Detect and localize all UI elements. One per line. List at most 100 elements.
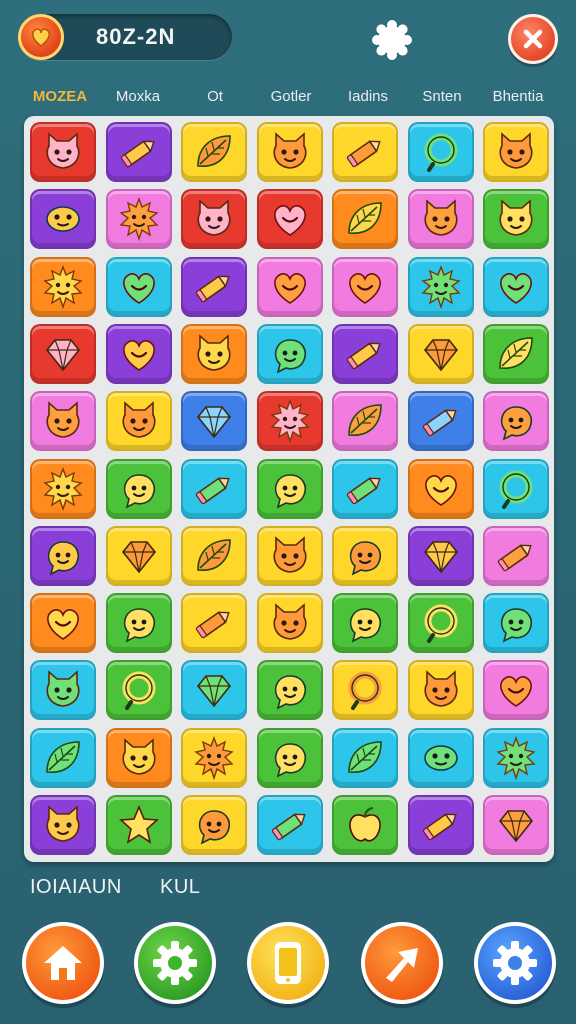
- game-tile[interactable]: [105, 795, 172, 855]
- game-tile[interactable]: [105, 727, 172, 788]
- game-tile[interactable]: [181, 525, 247, 586]
- game-tile[interactable]: [181, 391, 247, 452]
- game-tile[interactable]: [105, 391, 172, 452]
- gem-icon: [45, 339, 81, 372]
- game-tile[interactable]: [105, 593, 172, 654]
- game-tile[interactable]: [256, 727, 323, 788]
- game-tile[interactable]: [407, 593, 474, 654]
- game-tile[interactable]: [256, 122, 323, 182]
- game-tile[interactable]: [30, 795, 96, 855]
- game-tile[interactable]: [256, 458, 323, 519]
- game-tile[interactable]: [30, 525, 96, 586]
- game-tile[interactable]: [256, 525, 323, 586]
- game-tile[interactable]: [332, 122, 398, 182]
- game-tile[interactable]: [181, 727, 247, 788]
- game-tile[interactable]: [332, 795, 398, 855]
- game-tile[interactable]: [407, 795, 474, 855]
- game-tile[interactable]: [105, 323, 172, 384]
- game-tile[interactable]: [483, 458, 549, 519]
- game-tile[interactable]: [407, 727, 474, 788]
- options-button[interactable]: [474, 922, 556, 1004]
- leaf-icon: [46, 740, 80, 773]
- game-tile[interactable]: [332, 727, 398, 788]
- game-tile[interactable]: [407, 256, 474, 317]
- game-tile[interactable]: [30, 458, 96, 519]
- category-label[interactable]: Moxka: [100, 88, 176, 105]
- game-tile[interactable]: [483, 391, 549, 452]
- game-tile[interactable]: [332, 660, 398, 721]
- category-row: MOZEA Moxka Ot Gotler Iadins Snten Bhent…: [0, 88, 576, 114]
- game-tile[interactable]: [30, 727, 96, 788]
- home-button[interactable]: [22, 922, 104, 1004]
- game-tile[interactable]: [407, 189, 474, 250]
- game-tile[interactable]: [181, 458, 247, 519]
- game-tile[interactable]: [256, 660, 323, 721]
- game-tile[interactable]: [407, 122, 474, 182]
- cat-icon: [499, 132, 533, 169]
- game-tile[interactable]: [105, 122, 172, 182]
- gear-icon[interactable]: [370, 18, 414, 62]
- game-tile[interactable]: [407, 660, 474, 721]
- game-tile[interactable]: [105, 525, 172, 586]
- game-tile[interactable]: [483, 122, 549, 182]
- settings-button[interactable]: [134, 922, 216, 1004]
- fish-icon: [423, 744, 458, 771]
- game-tile[interactable]: [483, 727, 549, 788]
- game-tile[interactable]: [181, 323, 247, 384]
- game-tile[interactable]: [30, 391, 96, 452]
- game-tile[interactable]: [407, 525, 474, 586]
- share-button[interactable]: [361, 922, 443, 1004]
- pencil-icon: [346, 477, 381, 504]
- game-tile[interactable]: [332, 458, 398, 519]
- game-tile[interactable]: [407, 323, 474, 384]
- game-tile[interactable]: [256, 795, 323, 855]
- game-tile[interactable]: [181, 189, 247, 250]
- category-label[interactable]: Snten: [404, 88, 480, 105]
- category-label[interactable]: MOZEA: [22, 88, 98, 105]
- leaf-icon: [499, 337, 533, 369]
- game-tile[interactable]: [483, 795, 549, 855]
- game-tile[interactable]: [30, 122, 96, 182]
- game-tile[interactable]: [30, 256, 96, 317]
- game-tile[interactable]: [181, 256, 247, 317]
- game-tile[interactable]: [332, 323, 398, 384]
- device-button[interactable]: [247, 922, 329, 1004]
- game-tile[interactable]: [483, 660, 549, 721]
- category-label[interactable]: Ot: [177, 88, 253, 105]
- game-tile[interactable]: [30, 593, 96, 654]
- game-tile[interactable]: [483, 189, 549, 250]
- game-tile[interactable]: [483, 256, 549, 317]
- close-button[interactable]: [508, 14, 558, 64]
- game-tile[interactable]: [256, 391, 323, 452]
- game-tile[interactable]: [181, 660, 247, 721]
- game-tile[interactable]: [407, 391, 474, 452]
- category-label[interactable]: Iadins: [330, 88, 406, 105]
- game-tile[interactable]: [332, 256, 398, 317]
- game-tile[interactable]: [332, 525, 398, 586]
- category-label[interactable]: Gotler: [253, 88, 329, 105]
- game-tile[interactable]: [30, 660, 96, 721]
- game-tile[interactable]: [483, 525, 549, 586]
- game-tile[interactable]: [30, 189, 96, 250]
- game-tile[interactable]: [256, 323, 323, 384]
- game-tile[interactable]: [105, 256, 172, 317]
- cat-icon: [272, 536, 307, 573]
- game-tile[interactable]: [181, 795, 247, 855]
- game-tile[interactable]: [407, 458, 474, 519]
- game-tile[interactable]: [105, 660, 172, 721]
- game-tile[interactable]: [256, 189, 323, 250]
- game-tile[interactable]: [105, 458, 172, 519]
- sun-icon: [194, 735, 234, 780]
- category-label[interactable]: Bhentia: [480, 88, 556, 105]
- game-tile[interactable]: [483, 323, 549, 384]
- game-tile[interactable]: [30, 323, 96, 384]
- game-tile[interactable]: [256, 593, 323, 654]
- game-tile[interactable]: [181, 122, 247, 182]
- game-tile[interactable]: [181, 593, 247, 654]
- game-tile[interactable]: [256, 256, 323, 317]
- game-tile[interactable]: [332, 189, 398, 250]
- game-tile[interactable]: [483, 593, 549, 654]
- game-tile[interactable]: [105, 189, 172, 250]
- game-tile[interactable]: [332, 593, 398, 654]
- game-tile[interactable]: [332, 391, 398, 452]
